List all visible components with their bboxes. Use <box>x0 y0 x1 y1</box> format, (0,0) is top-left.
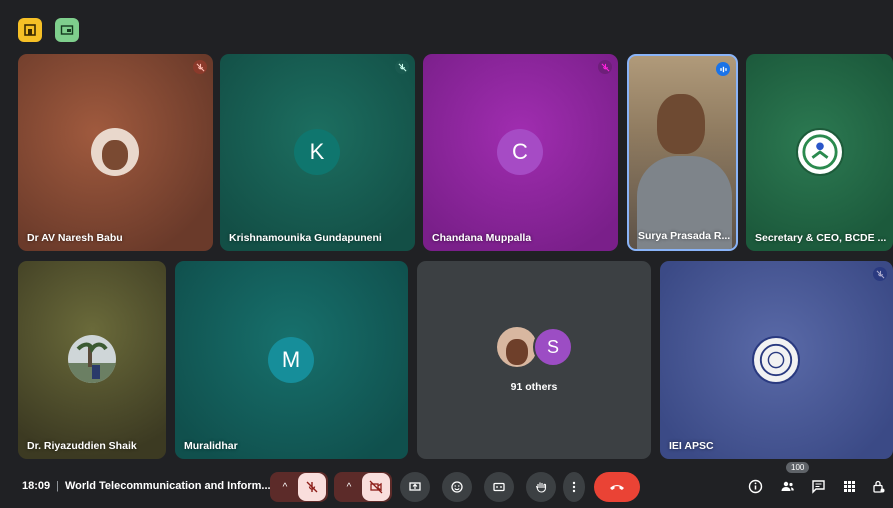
mic-off-icon <box>193 60 207 74</box>
participants-count-badge: 100 <box>786 462 810 473</box>
camera-off-icon <box>369 480 383 494</box>
layout-icon[interactable] <box>55 18 79 42</box>
participant-name: Dr AV Naresh Babu <box>27 232 123 244</box>
participant-tile[interactable]: C Chandana Muppalla <box>423 54 618 251</box>
building-icon[interactable] <box>18 18 42 42</box>
chat-button[interactable] <box>808 476 828 496</box>
mic-off-icon <box>395 60 409 74</box>
participant-tile[interactable]: Dr AV Naresh Babu <box>18 54 213 251</box>
avatar <box>497 327 537 367</box>
hangup-icon <box>610 485 624 490</box>
info-icon <box>748 479 762 493</box>
logo-avatar <box>752 336 800 384</box>
meeting-title: World Telecommunication and Inform... <box>65 480 271 492</box>
participant-tile[interactable]: IEI APSC <box>660 261 893 459</box>
participant-name: IEI APSC <box>669 440 714 452</box>
others-count: 91 others <box>510 381 558 393</box>
more-icon <box>572 481 576 493</box>
present-screen-icon <box>409 482 421 491</box>
avatar <box>91 128 139 176</box>
participant-tile[interactable]: M Muralidhar <box>175 261 408 459</box>
bottom-toolbar: 18:09 | World Telecommunication and Inform… <box>0 462 893 508</box>
participant-tile-speaking[interactable]: Surya Prasada R... <box>627 54 738 251</box>
participant-name: Secretary & CEO, BCDE ... <box>755 232 887 244</box>
meet-window: Dr AV Naresh Babu K Krishnamounika Gunda… <box>0 0 893 508</box>
participant-tile[interactable]: K Krishnamounika Gundapuneni <box>220 54 415 251</box>
avatar <box>68 335 116 383</box>
present-button[interactable] <box>400 472 430 502</box>
raise-hand-icon <box>535 482 547 493</box>
meeting-info: 18:09 | World Telecommunication and Inform… <box>22 480 271 492</box>
avatar: M <box>268 337 314 383</box>
mic-options-button[interactable]: ^ <box>272 472 298 502</box>
people-button[interactable] <box>777 476 797 496</box>
mic-off-icon <box>598 60 612 74</box>
speaking-icon <box>716 62 730 76</box>
captions-button[interactable] <box>484 472 514 502</box>
camera-options-button[interactable]: ^ <box>336 472 362 502</box>
host-controls-button[interactable] <box>868 476 888 496</box>
others-tile[interactable]: S 91 others <box>417 261 651 459</box>
raise-hand-button[interactable] <box>526 472 556 502</box>
avatar: C <box>497 129 543 175</box>
emoji-icon <box>451 481 463 493</box>
mic-off-icon <box>873 267 887 281</box>
people-icon <box>781 481 794 491</box>
participant-name: Krishnamounika Gundapuneni <box>229 232 382 244</box>
emoji-button[interactable] <box>442 472 472 502</box>
participant-name: Muralidhar <box>184 440 238 452</box>
activities-button[interactable] <box>839 476 859 496</box>
clock: 18:09 <box>22 480 51 492</box>
chat-icon <box>811 479 825 494</box>
mic-off-button[interactable] <box>298 473 326 501</box>
participant-name: Surya Prasada R... <box>638 230 731 242</box>
mic-off-icon <box>306 481 318 493</box>
participant-name: Dr. Riyazuddien Shaik <box>27 440 137 452</box>
participant-name: Chandana Muppalla <box>432 232 532 244</box>
host-controls-icon <box>872 480 884 493</box>
participant-tile[interactable]: Secretary & CEO, BCDE ... <box>746 54 893 251</box>
activities-icon <box>843 480 855 492</box>
captions-icon <box>493 482 505 492</box>
more-options-button[interactable] <box>563 472 585 502</box>
video-feed <box>657 94 705 154</box>
camera-off-button[interactable] <box>362 473 390 501</box>
meeting-details-button[interactable] <box>745 476 765 496</box>
separator: | <box>56 480 59 492</box>
logo-avatar <box>796 128 844 176</box>
participant-tile[interactable]: Dr. Riyazuddien Shaik <box>18 261 166 459</box>
avatar: S <box>533 327 573 367</box>
leave-call-button[interactable] <box>594 472 640 502</box>
avatar: K <box>294 129 340 175</box>
